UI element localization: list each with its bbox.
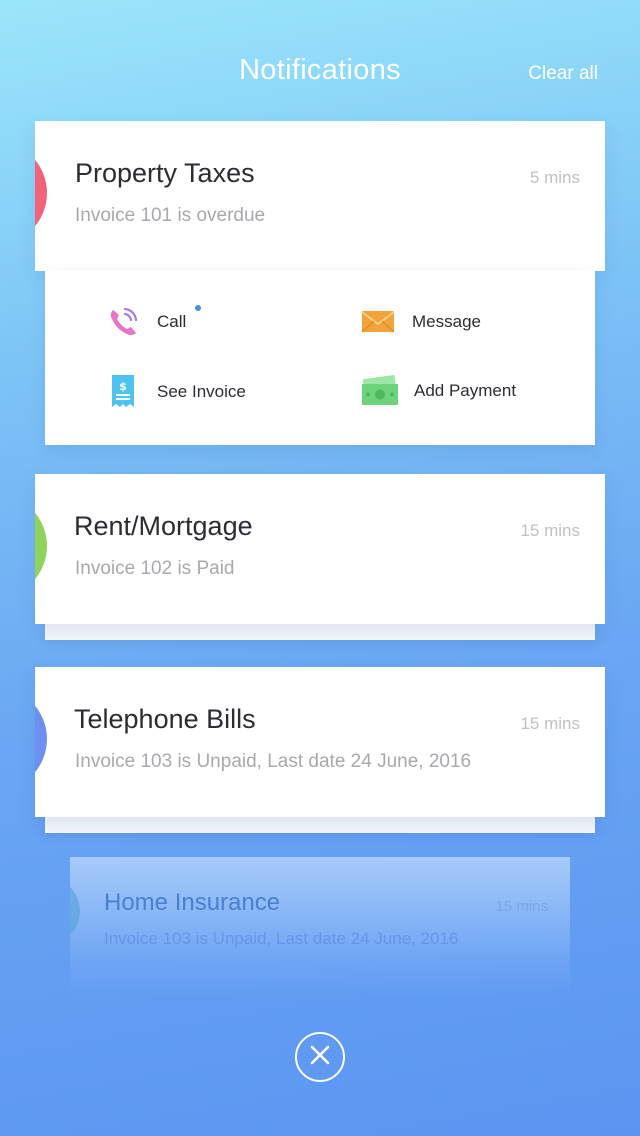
close-button[interactable]	[295, 1032, 345, 1082]
status-indicator	[35, 494, 47, 598]
notification-subtitle: Invoice 102 is Paid	[75, 558, 235, 579]
message-label: Message	[412, 312, 481, 331]
message-button[interactable]: Message	[358, 302, 481, 342]
notification-title: Home Insurance	[104, 889, 281, 916]
card-stack-edge	[45, 817, 595, 833]
notification-title: Property Taxes	[75, 158, 255, 188]
status-indicator	[70, 877, 80, 945]
notification-card-property-taxes[interactable]: Property Taxes Invoice 101 is overdue 5 …	[35, 121, 605, 271]
notification-card-home-insurance[interactable]: Home Insurance Invoice 103 is Unpaid, La…	[70, 857, 570, 997]
add-payment-button[interactable]: Add Payment	[360, 371, 516, 411]
see-invoice-label: See Invoice	[157, 382, 246, 401]
see-invoice-button[interactable]: $ See Invoice	[103, 372, 246, 412]
notification-time: 5 mins	[529, 168, 580, 187]
receipt-icon: $	[103, 372, 143, 412]
phone-icon	[103, 302, 143, 342]
notification-subtitle: Invoice 101 is overdue	[75, 205, 266, 226]
notification-time: 15 mins	[495, 898, 548, 915]
notification-title: Telephone Bills	[74, 704, 256, 734]
notification-time: 15 mins	[520, 714, 580, 733]
card-stack-edge	[45, 624, 595, 640]
notification-card-rent-mortgage[interactable]: Rent/Mortgage Invoice 102 is Paid 15 min…	[35, 474, 605, 624]
svg-text:$: $	[119, 380, 127, 393]
status-indicator	[35, 141, 47, 245]
envelope-icon	[358, 302, 398, 342]
close-icon	[309, 1044, 331, 1071]
notification-card-telephone-bills[interactable]: Telephone Bills Invoice 103 is Unpaid, L…	[35, 667, 605, 817]
notification-actions-panel: Call Message $ See Invoice Add Payment	[45, 270, 595, 445]
unread-dot	[195, 305, 201, 311]
notification-subtitle: Invoice 103 is Unpaid, Last date 24 June…	[75, 751, 472, 772]
cash-icon	[360, 371, 400, 411]
notification-title: Rent/Mortgage	[74, 511, 253, 541]
call-button[interactable]: Call	[103, 302, 186, 342]
clear-all-button[interactable]: Clear all	[528, 63, 598, 85]
notification-time: 15 mins	[520, 521, 580, 540]
add-payment-label: Add Payment	[414, 381, 517, 400]
call-label: Call	[157, 312, 187, 331]
notification-subtitle: Invoice 103 is Unpaid, Last date 24 June…	[104, 929, 459, 948]
status-indicator	[35, 687, 47, 791]
